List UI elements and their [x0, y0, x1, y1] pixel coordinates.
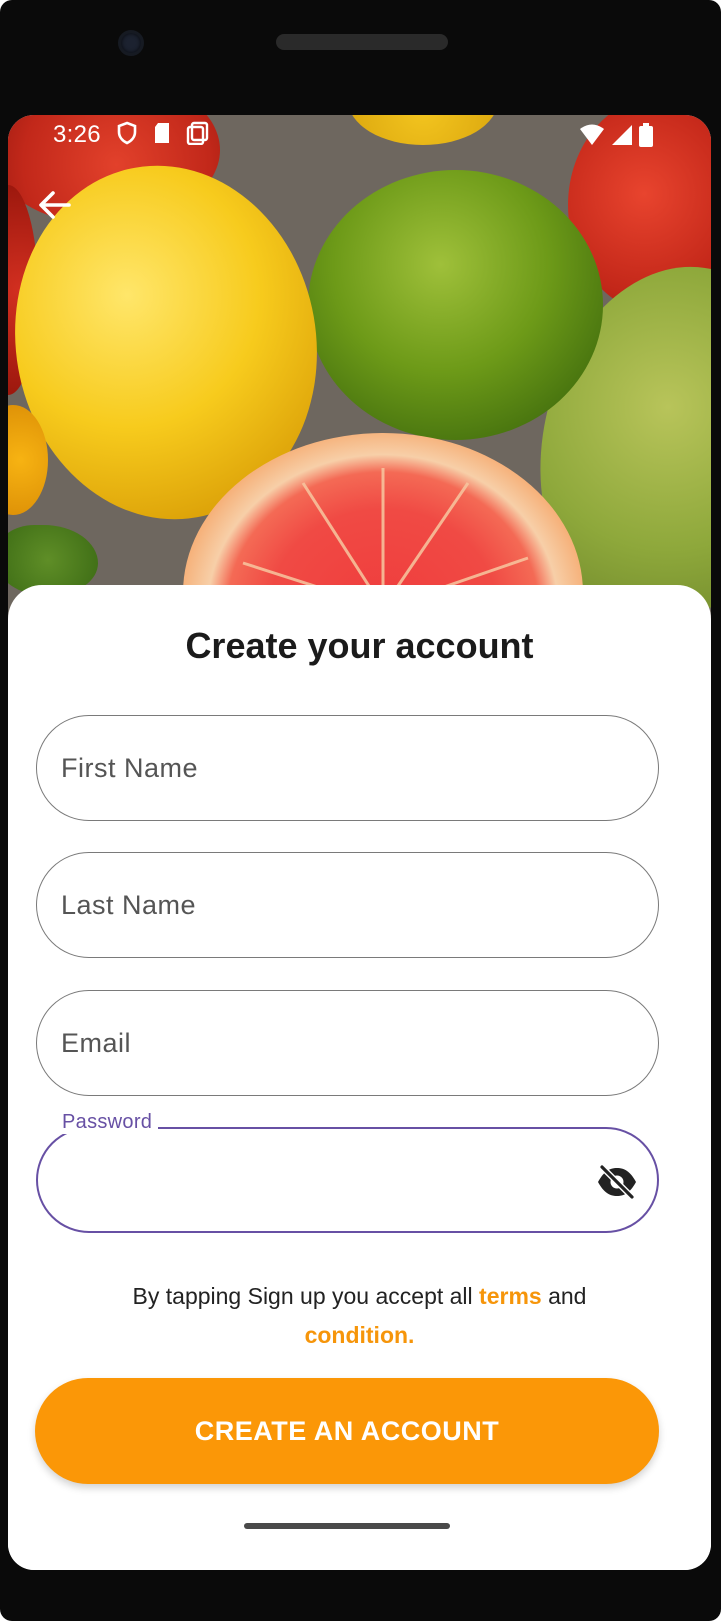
signal-icon	[612, 125, 632, 145]
app-screen: 3:26 Create your account First Name Last…	[8, 115, 711, 1570]
password-field[interactable]: Password	[36, 1111, 659, 1233]
terms-link[interactable]: terms	[479, 1283, 542, 1309]
status-bar: 3:26	[8, 115, 711, 155]
status-icons-right	[579, 123, 653, 147]
shield-icon	[117, 121, 137, 145]
terms-middle: and	[541, 1283, 587, 1309]
signup-sheet: Create your account Password	[8, 585, 711, 1570]
sd-card-icon	[155, 123, 169, 143]
front-camera	[118, 30, 144, 56]
page-title: Create your account	[185, 625, 534, 666]
terms-text: By tapping Sign up you accept all terms …	[8, 1277, 711, 1355]
password-input[interactable]	[38, 1129, 657, 1231]
condition-link[interactable]: condition.	[305, 1322, 415, 1348]
first-name-input[interactable]	[37, 716, 658, 820]
visibility-off-icon	[598, 1164, 636, 1200]
terms-prefix: By tapping Sign up you accept all	[132, 1283, 480, 1309]
password-visibility-toggle[interactable]	[595, 1160, 639, 1204]
fruit-background-image	[8, 115, 711, 655]
home-indicator[interactable]	[244, 1523, 450, 1529]
last-name-field[interactable]	[36, 852, 659, 958]
first-name-field[interactable]	[36, 715, 659, 821]
earpiece-speaker	[276, 34, 448, 50]
wifi-icon	[580, 124, 604, 145]
email-field[interactable]	[36, 990, 659, 1096]
screenshot-icon	[186, 121, 209, 145]
back-button[interactable]	[32, 183, 76, 227]
create-account-button[interactable]: CREATE AN ACCOUNT	[35, 1378, 659, 1484]
battery-icon	[639, 123, 653, 147]
phone-device: 3:26 Create your account First Name Last…	[0, 0, 721, 1621]
status-time: 3:26	[53, 121, 101, 148]
last-name-input[interactable]	[37, 853, 658, 957]
status-icons-left	[116, 121, 210, 145]
lime-shape	[308, 170, 603, 440]
email-input[interactable]	[37, 991, 658, 1095]
back-arrow-icon	[39, 191, 71, 219]
